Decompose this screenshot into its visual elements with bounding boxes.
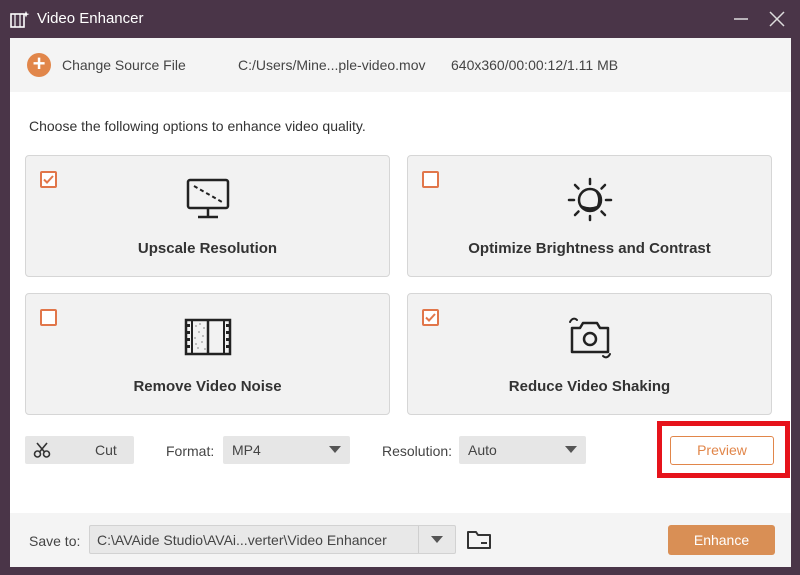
noise-checkbox[interactable] [40,309,57,326]
shaking-checkbox[interactable] [422,309,439,326]
change-source-button[interactable]: Change Source File [62,57,186,73]
resolution-select[interactable]: Auto [459,436,586,464]
enhance-button[interactable]: Enhance [668,525,775,555]
cut-button[interactable]: Cut [25,436,134,464]
format-select[interactable]: MP4 [223,436,350,464]
window-title: Video Enhancer [37,10,144,27]
chevron-down-icon [329,446,341,453]
title-bar: Video Enhancer [0,0,800,38]
format-value: MP4 [232,442,261,458]
camera-shake-icon [568,317,611,359]
option-label: Upscale Resolution [137,240,278,257]
film-noise-icon [184,318,231,356]
footer-bar: Save to: C:\AVAide Studio\AVAi...verter\… [10,513,791,567]
format-label: Format: [166,443,215,459]
option-label: Reduce Video Shaking [508,378,671,395]
source-file-info: 640x360/00:00:12/1.11 MB [451,57,619,73]
upscale-checkbox[interactable] [40,171,57,188]
brightness-icon [567,177,612,222]
save-to-label: Save to: [29,533,81,549]
brightness-checkbox[interactable] [422,171,439,188]
path-divider [418,526,419,553]
preview-button[interactable]: Preview [670,436,774,465]
monitor-upscale-icon [186,178,229,219]
source-file-path: C:/Users/Mine...ple-video.mov [238,57,426,73]
chevron-down-icon [565,446,577,453]
resolution-label: Resolution: [382,443,453,459]
instruction-text: Choose the following options to enhance … [29,118,366,134]
option-reduce-shaking[interactable]: Reduce Video Shaking [407,293,772,415]
option-label: Remove Video Noise [133,378,282,395]
folder-icon[interactable] [466,528,492,550]
source-bar: + Change Source File C:/Users/Mine...ple… [10,38,791,92]
save-path-value: C:\AVAide Studio\AVAi...verter\Video Enh… [97,532,387,548]
add-source-icon[interactable]: + [27,53,51,77]
minimize-icon[interactable] [730,8,752,30]
save-path-select[interactable]: C:\AVAide Studio\AVAi...verter\Video Enh… [89,525,456,554]
resolution-value: Auto [468,442,497,458]
scissors-icon [33,442,51,458]
option-upscale-resolution[interactable]: Upscale Resolution [25,155,390,277]
cut-label: Cut [95,442,117,458]
option-label: Optimize Brightness and Contrast [468,240,711,257]
close-icon[interactable] [766,8,788,30]
chevron-down-icon[interactable] [431,536,443,543]
option-optimize-brightness[interactable]: Optimize Brightness and Contrast [407,155,772,277]
option-remove-noise[interactable]: Remove Video Noise [25,293,390,415]
main-window: + Change Source File C:/Users/Mine...ple… [10,38,791,567]
app-icon [10,11,30,28]
